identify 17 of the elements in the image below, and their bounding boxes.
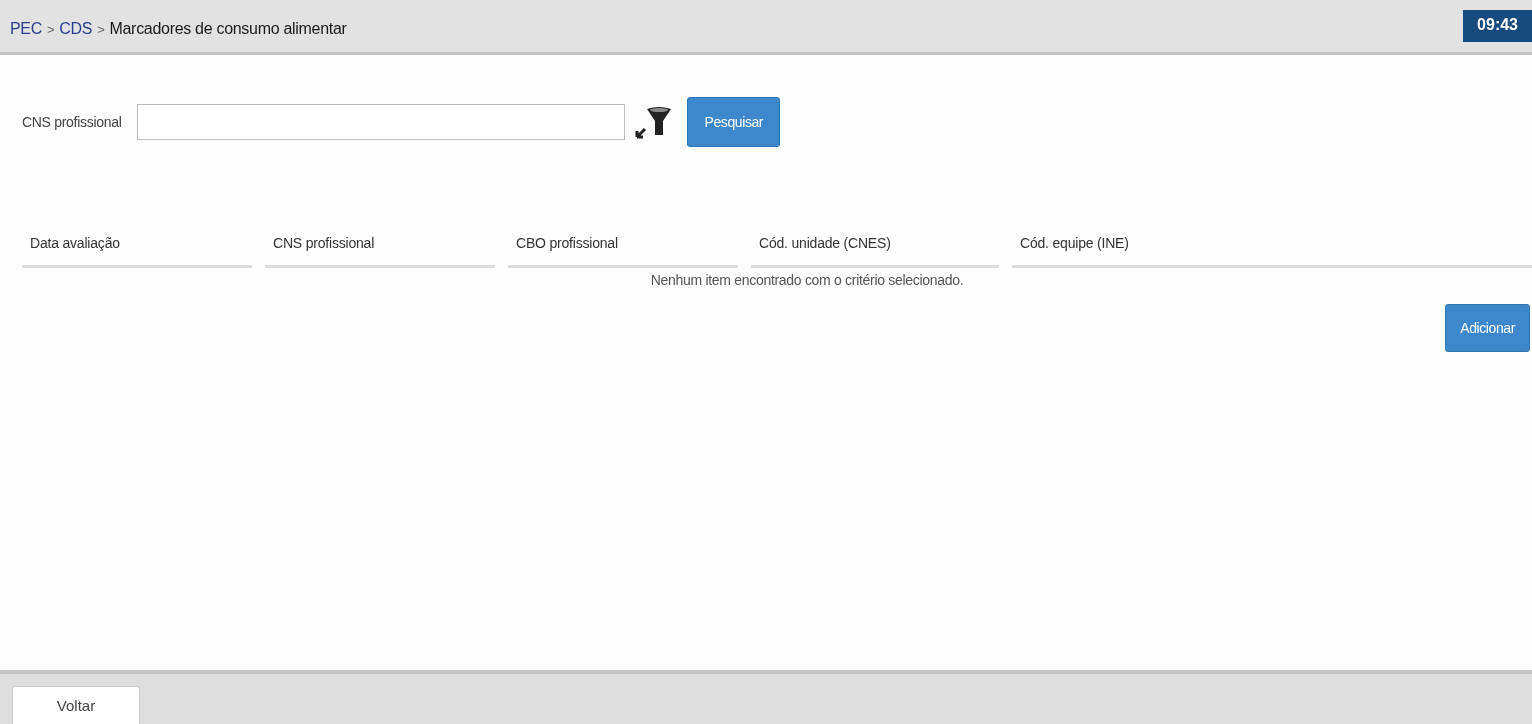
clock: 09:43 xyxy=(1463,10,1532,42)
input-field[interactable] xyxy=(137,104,626,140)
page-title: Marcadores de consumo alimentar xyxy=(109,20,347,38)
column-header[interactable]: CBO profissional xyxy=(508,235,738,268)
add-button[interactable]: Adicionar xyxy=(1445,304,1530,352)
empty-message: Nenhum item encontrado com o critério selecionado. xyxy=(649,271,965,288)
breadcrumb-link[interactable]: PEC xyxy=(10,20,42,38)
breadcrumb-separator: > xyxy=(47,21,55,38)
column-header[interactable]: Data avaliação xyxy=(22,235,252,268)
breadcrumb-link[interactable]: CDS xyxy=(59,20,93,38)
column-header[interactable]: Cód. equipe (INE) xyxy=(1012,235,1532,268)
field-label: CNS profissional xyxy=(22,114,122,130)
column-header[interactable]: CNS profissional xyxy=(265,235,495,268)
back-tab[interactable]: Voltar xyxy=(12,686,140,724)
search-button[interactable]: Pesquisar xyxy=(687,97,781,147)
column-header[interactable]: Cód. unidade (CNES) xyxy=(751,235,999,268)
breadcrumb-separator: > xyxy=(97,21,105,38)
